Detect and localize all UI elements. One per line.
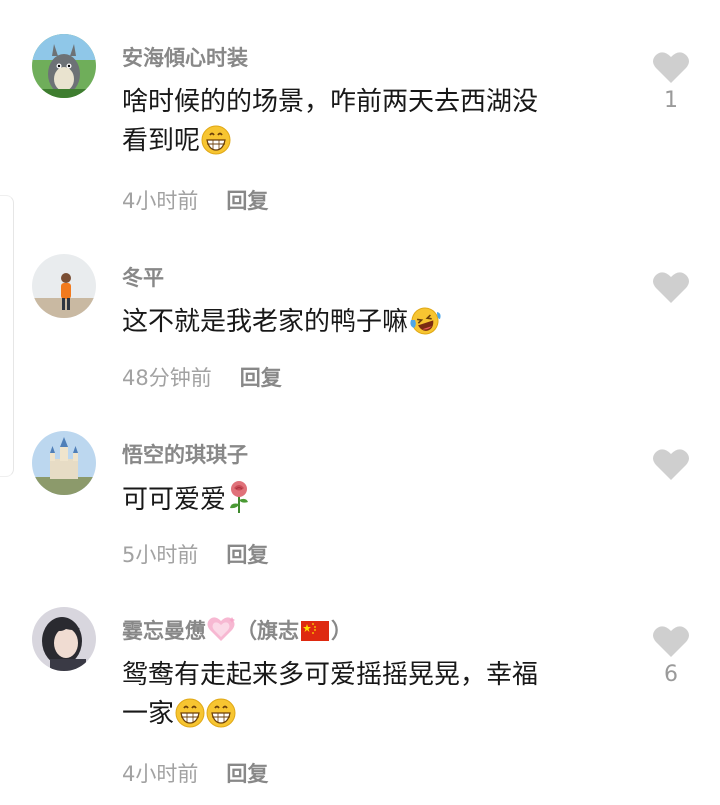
comment-time: 4小时前: [122, 762, 199, 786]
username: 霎忘曼憊 （旗志 ）: [122, 615, 352, 647]
comment-time: 5小时前: [122, 543, 199, 567]
comment-text-content: 可可爱爱: [122, 485, 227, 515]
comment-meta: 4小时前 回复: [122, 185, 268, 215]
like-button[interactable]: [652, 50, 690, 84]
grin-emoji-icon: [201, 125, 231, 167]
avatar[interactable]: [32, 254, 96, 318]
reply-button[interactable]: 回复: [226, 543, 268, 567]
avatar[interactable]: [32, 431, 96, 495]
heart-icon: [653, 272, 689, 303]
reply-button[interactable]: 回复: [226, 189, 268, 213]
username-suffix: （旗志: [236, 619, 299, 643]
like-button[interactable]: [652, 447, 690, 481]
username-suffix-close: ）: [331, 619, 352, 643]
avatar[interactable]: [32, 34, 96, 98]
comment-time: 48分钟前: [122, 366, 212, 390]
heart-icon: [653, 626, 689, 657]
comment-meta: 48分钟前 回复: [122, 362, 282, 392]
side-panel-edge: [0, 195, 14, 477]
comment-meta: 5小时前 回复: [122, 539, 268, 569]
grin-emoji-icon: [175, 698, 205, 740]
heart-icon: [653, 449, 689, 480]
avatar[interactable]: [32, 607, 96, 671]
rose-emoji-icon: [227, 480, 251, 526]
comment-text: 啥时候的的场景，咋前两天去西湖没 看到呢: [122, 83, 602, 167]
comment-text: 这不就是我老家的鸭子嘛: [122, 303, 602, 348]
comment-text: 鸳鸯有走起来多可爱摇摇晃晃，幸福 一家: [122, 656, 602, 740]
reply-button[interactable]: 回复: [226, 762, 268, 786]
username[interactable]: 安海傾心时装: [122, 42, 248, 72]
like-button[interactable]: [652, 624, 690, 658]
comment-meta: 4小时前 回复: [122, 758, 268, 788]
like-count: 1: [664, 88, 678, 113]
reply-button[interactable]: 回复: [240, 366, 282, 390]
like-count: 6: [664, 662, 678, 687]
grin-emoji-icon: [206, 698, 236, 740]
username-text[interactable]: 霎忘曼憊: [122, 619, 206, 643]
laughing-tears-emoji-icon: [409, 306, 441, 348]
heart-icon: [653, 52, 689, 83]
username[interactable]: 冬平: [122, 262, 164, 292]
china-flag-icon: [301, 621, 329, 646]
comment-time: 4小时前: [122, 189, 199, 213]
comment-text-content: 这不就是我老家的鸭子嘛: [122, 307, 409, 337]
comment-text-content: 啥时候的的场景，咋前两天去西湖没 看到呢: [122, 87, 539, 156]
like-button[interactable]: [652, 270, 690, 304]
sparkle-heart-icon: [206, 616, 236, 647]
username[interactable]: 悟空的琪琪子: [122, 439, 248, 469]
comment-text: 可可爱爱: [122, 480, 602, 526]
